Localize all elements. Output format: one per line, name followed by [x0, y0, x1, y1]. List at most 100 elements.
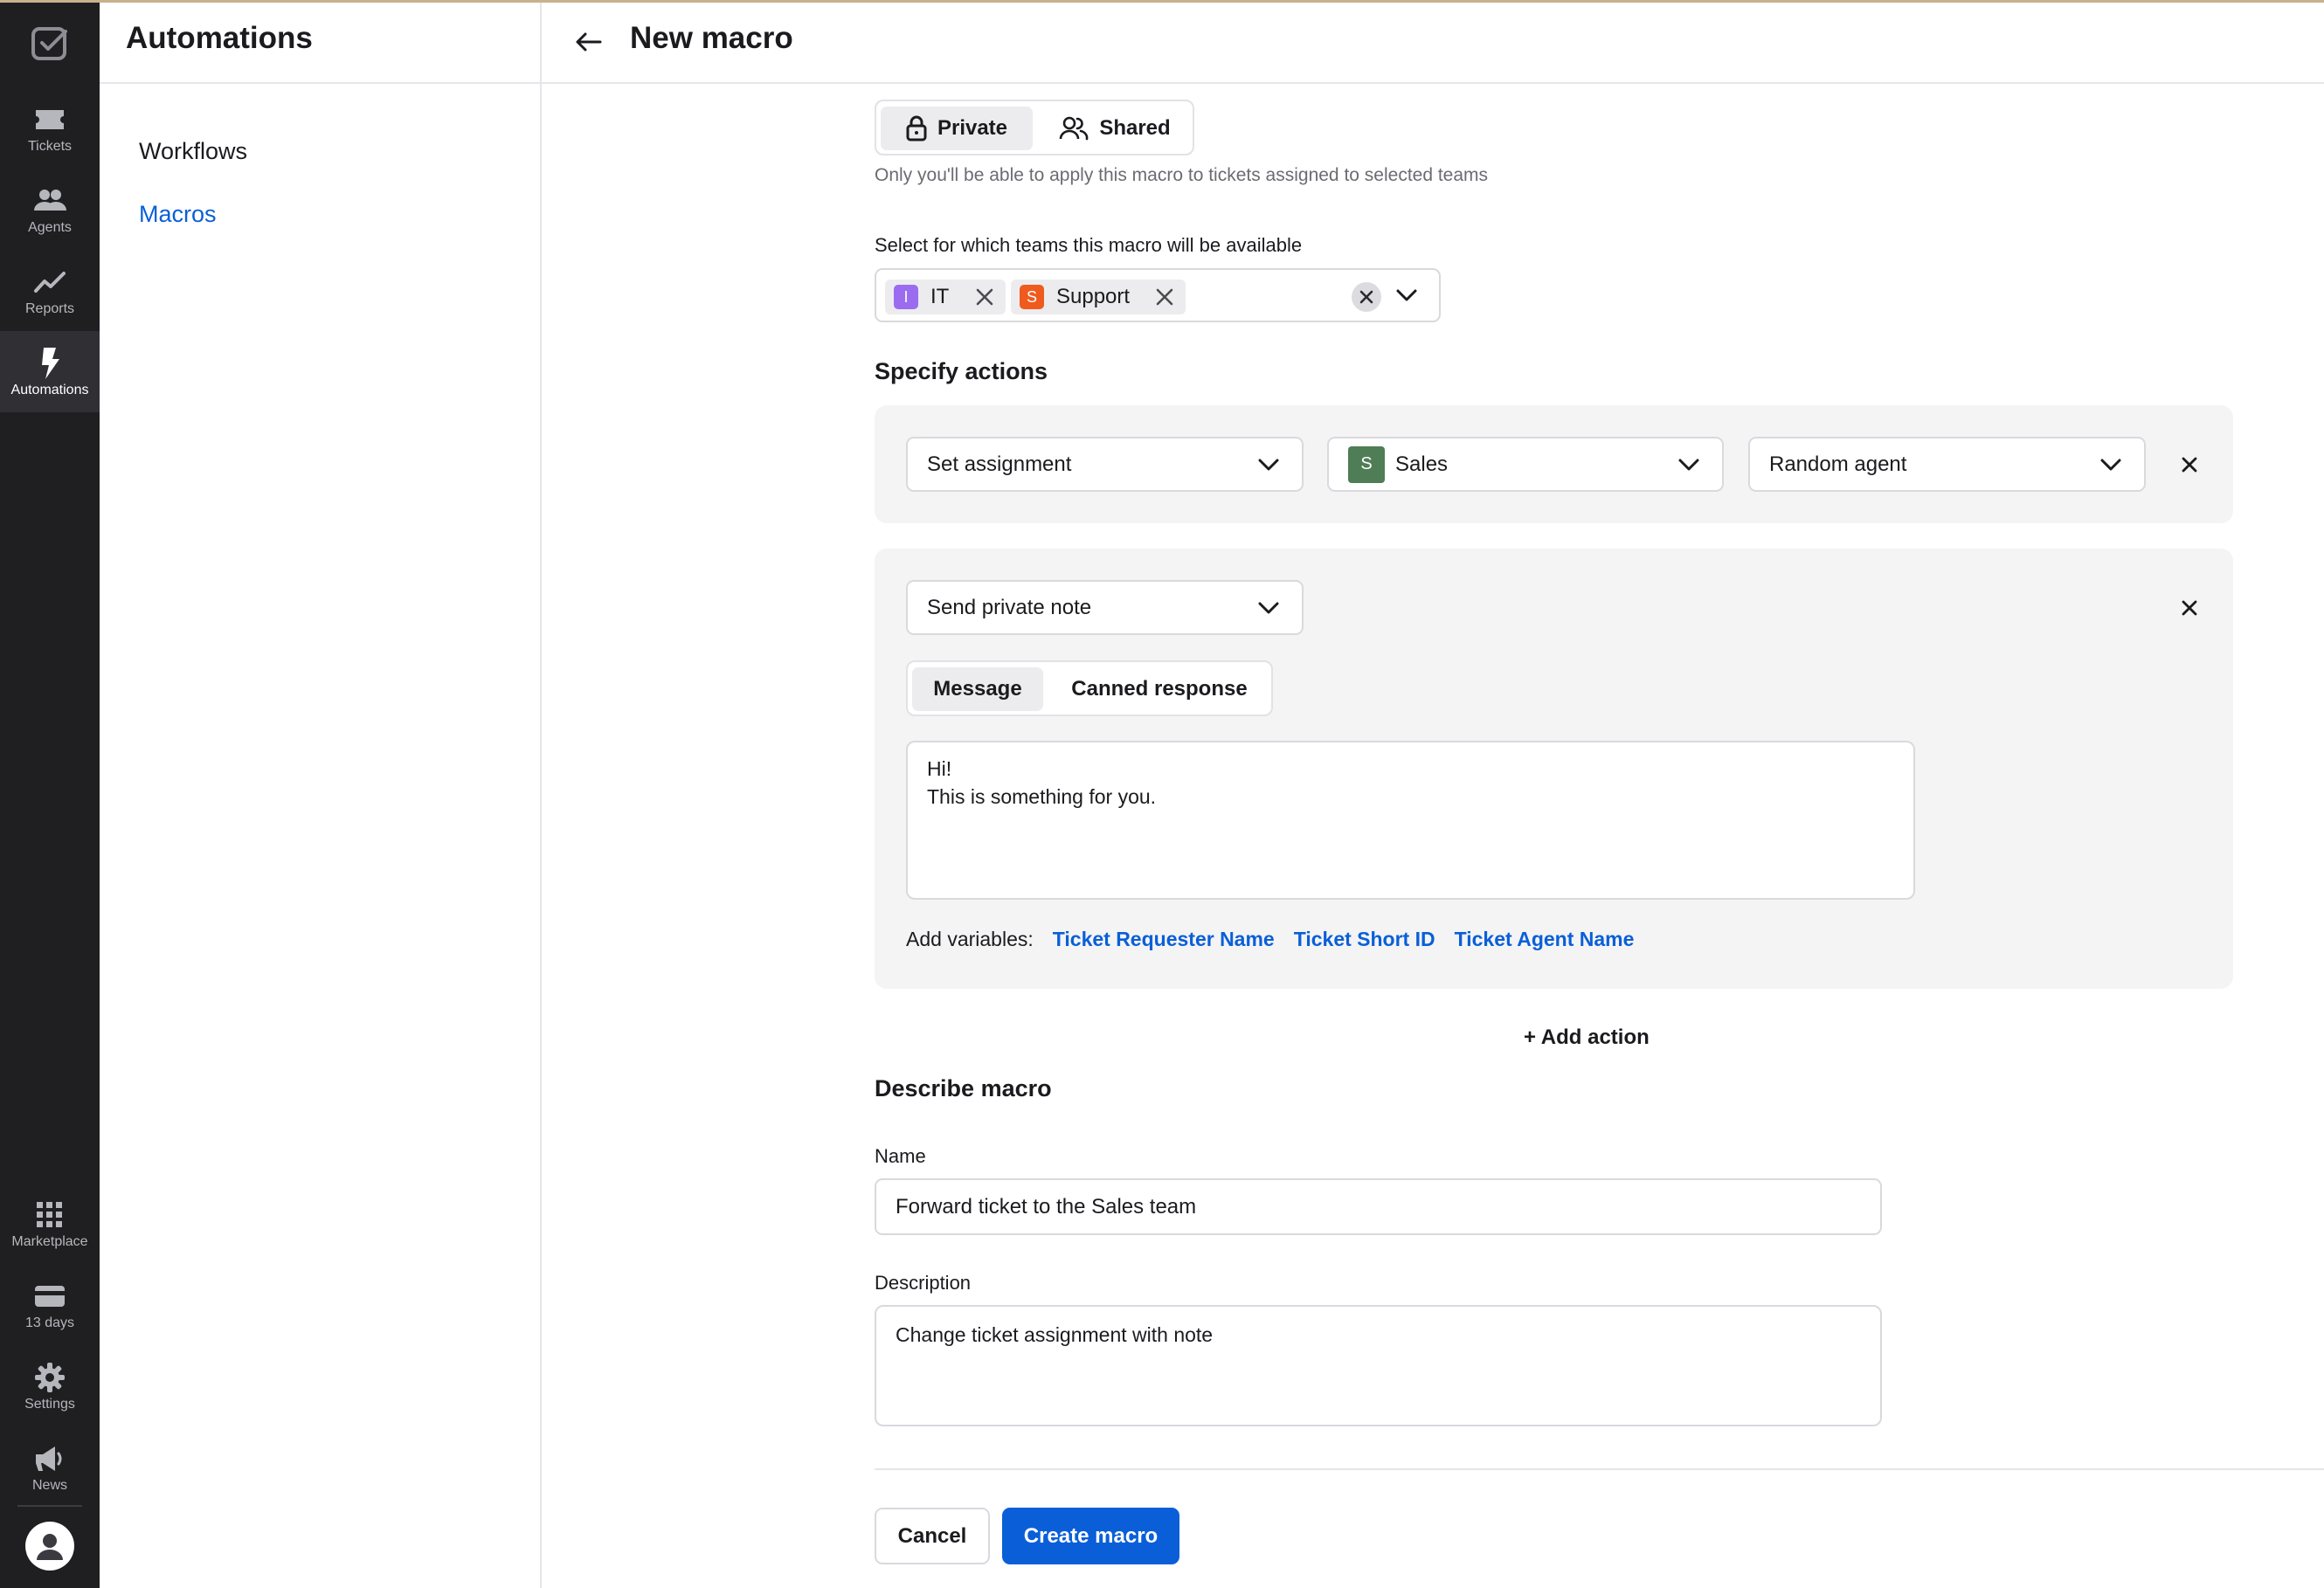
top-accent-line	[0, 0, 2324, 3]
rail-item-label: News	[31, 1477, 67, 1493]
visibility-private-button[interactable]: Private	[881, 107, 1033, 150]
rail-item-automations[interactable]: Automations	[0, 331, 100, 412]
macro-name-value: Forward ticket to the Sales team	[896, 1194, 1197, 1219]
action-type-value: Set assignment	[927, 452, 1072, 476]
assignment-agent-select[interactable]: Random agent	[1748, 437, 2146, 492]
team-tag-support: S Support	[1011, 280, 1186, 314]
variables-row: Add variables: Ticket Requester Name Tic…	[906, 928, 1634, 951]
note-message-textarea[interactable]: Hi! This is something for you.	[906, 741, 1915, 900]
action-type-value: Send private note	[927, 595, 1092, 619]
lock-icon	[906, 115, 927, 142]
user-icon	[37, 1534, 63, 1560]
chevron-down-icon	[2100, 452, 2121, 477]
add-action-button[interactable]: + Add action	[1524, 1025, 1650, 1050]
remove-action-icon[interactable]	[2177, 596, 2202, 620]
clear-all-icon[interactable]	[1352, 282, 1381, 312]
macro-name-input[interactable]: Forward ticket to the Sales team	[875, 1178, 1882, 1235]
remove-action-icon[interactable]	[2177, 452, 2202, 477]
back-arrow-icon[interactable]	[571, 24, 606, 59]
rail-item-settings[interactable]: Settings	[0, 1345, 100, 1426]
visibility-shared-label: Shared	[1099, 116, 1171, 140]
avatar[interactable]	[25, 1522, 74, 1571]
macro-description-value: Change ticket assignment with note	[896, 1323, 1214, 1346]
team-badge: S	[1020, 285, 1044, 309]
reports-icon	[33, 265, 66, 300]
rail-item-label: Reports	[24, 300, 75, 316]
people-icon	[1060, 116, 1089, 141]
team-tag-label: Support	[1056, 285, 1131, 308]
tab-canned-response-label: Canned response	[1071, 677, 1248, 701]
megaphone-icon	[34, 1441, 66, 1476]
action-card-note: Send private note Message Canned respons…	[875, 549, 2233, 989]
specify-actions-title: Specify actions	[875, 358, 1048, 384]
message-line: Hi!	[927, 757, 952, 780]
rail-item-tickets[interactable]: Tickets	[0, 87, 100, 169]
team-badge: S	[1348, 445, 1385, 483]
create-macro-button[interactable]: Create macro	[1002, 1508, 1179, 1564]
describe-macro-title: Describe macro	[875, 1075, 1052, 1101]
rail-item-label: Marketplace	[11, 1233, 88, 1249]
gear-icon	[34, 1360, 66, 1395]
teams-multiselect[interactable]: I IT S Support	[875, 268, 1441, 322]
ticket-icon	[34, 102, 66, 137]
subnav-title: Automations	[126, 21, 313, 55]
card-icon	[34, 1279, 66, 1314]
variable-link-requester-name[interactable]: Ticket Requester Name	[1053, 928, 1275, 951]
automations-subnav: Automations Workflows Macros	[100, 0, 542, 1588]
page-title: New macro	[630, 21, 793, 55]
tab-canned-response[interactable]: Canned response	[1050, 667, 1269, 711]
visibility-toggle: Private Shared	[875, 100, 1194, 155]
remove-tag-icon[interactable]	[1152, 285, 1177, 309]
assignment-agent-value: Random agent	[1769, 452, 1907, 476]
variables-label: Add variables:	[906, 928, 1034, 950]
rail-item-label: Agents	[28, 219, 72, 235]
team-badge: I	[894, 285, 918, 309]
action-type-select[interactable]: Send private note	[906, 580, 1304, 635]
rail-item-label: Automations	[10, 382, 89, 397]
note-content-tabs: Message Canned response	[906, 660, 1273, 716]
cancel-button[interactable]: Cancel	[875, 1508, 990, 1564]
subnav-link-macros[interactable]: Macros	[139, 201, 217, 228]
rail-item-trial[interactable]: 13 days	[0, 1264, 100, 1345]
chevron-down-icon	[1258, 596, 1279, 620]
chevron-down-icon	[1258, 452, 1279, 477]
rail-item-label: Tickets	[27, 138, 73, 154]
visibility-help-text: Only you'll be able to apply this macro …	[875, 165, 1489, 185]
rail-item-marketplace[interactable]: Marketplace	[0, 1183, 100, 1264]
message-line: This is something for you.	[927, 785, 1157, 808]
description-field-label: Description	[875, 1272, 972, 1294]
app-logo-icon[interactable]	[0, 16, 100, 72]
team-tag-label: IT	[930, 285, 950, 308]
tab-message[interactable]: Message	[912, 667, 1043, 711]
rail-item-agents[interactable]: Agents	[0, 169, 100, 250]
visibility-private-label: Private	[937, 116, 1008, 140]
grid-icon	[36, 1198, 64, 1232]
name-field-label: Name	[875, 1145, 926, 1167]
footer-divider	[875, 1468, 2324, 1470]
rail-item-label: 13 days	[24, 1315, 75, 1330]
app-rail: Tickets Agents Reports Automations Marke…	[0, 0, 100, 1588]
action-card-assignment: Set assignment S Sales Random agent	[875, 405, 2233, 523]
chevron-down-icon[interactable]	[1396, 283, 1417, 307]
rail-item-reports[interactable]: Reports	[0, 250, 100, 331]
rail-divider	[17, 1505, 82, 1507]
teams-field-label: Select for which teams this macro will b…	[875, 234, 1303, 256]
divider	[100, 82, 542, 84]
macro-description-textarea[interactable]: Change ticket assignment with note	[875, 1305, 1882, 1426]
rail-item-news[interactable]: News	[0, 1426, 100, 1508]
page-header: New macro	[542, 0, 2324, 84]
variable-link-short-id[interactable]: Ticket Short ID	[1294, 928, 1435, 951]
assignment-team-value: Sales	[1395, 452, 1449, 476]
rail-item-label: Settings	[24, 1396, 75, 1412]
tab-message-label: Message	[933, 677, 1022, 701]
action-type-select[interactable]: Set assignment	[906, 437, 1304, 492]
team-tag-it: I IT	[885, 280, 1006, 314]
subnav-link-workflows[interactable]: Workflows	[139, 138, 247, 165]
agents-icon	[33, 183, 66, 218]
visibility-shared-button[interactable]: Shared	[1040, 107, 1190, 150]
bolt-icon	[38, 346, 61, 381]
remove-tag-icon[interactable]	[972, 285, 997, 309]
variable-link-agent-name[interactable]: Ticket Agent Name	[1455, 928, 1635, 951]
assignment-team-select[interactable]: S Sales	[1327, 437, 1724, 492]
chevron-down-icon	[1678, 452, 1699, 477]
